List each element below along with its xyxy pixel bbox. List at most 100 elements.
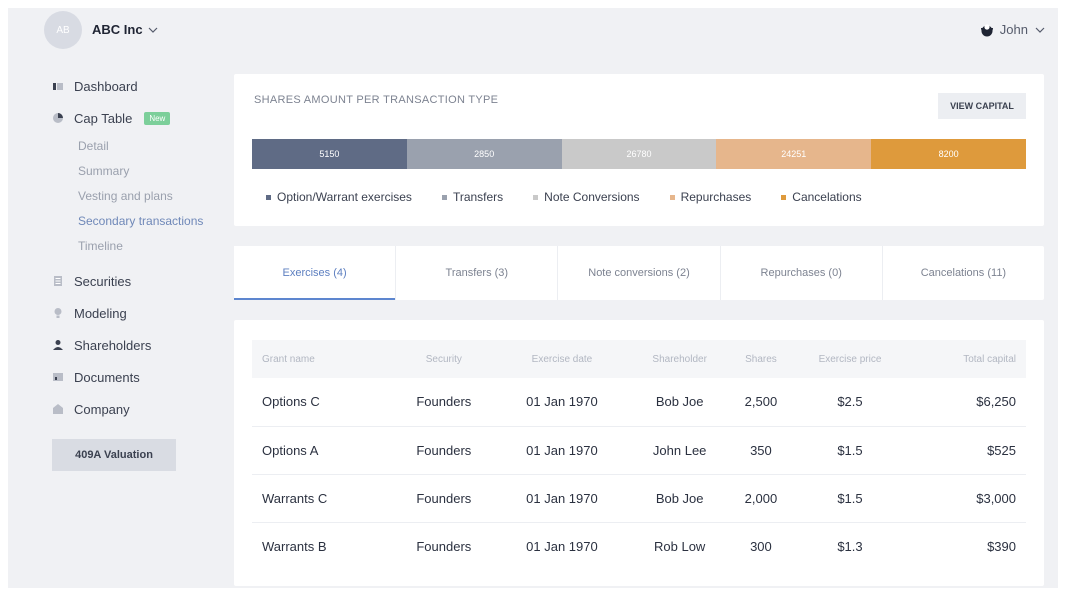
securities-icon xyxy=(54,276,62,286)
shares-segment[interactable]: 8200 xyxy=(871,139,1026,169)
sidebar-item-company[interactable]: Company xyxy=(52,393,232,425)
table-cell: Bob Joe xyxy=(655,490,704,506)
shares-card: SHARES AMOUNT PER TRANSACTION TYPE VIEW … xyxy=(234,74,1044,226)
table-row[interactable]: Options A Founders 01 Jan 1970 John Lee … xyxy=(252,426,1026,474)
legend-label: Repurchases xyxy=(680,190,752,204)
legend-label: Note Conversions xyxy=(544,190,640,204)
subitem-vesting-and-plans[interactable]: Vesting and plans xyxy=(52,184,232,209)
dashboard-icon xyxy=(53,83,63,90)
subitem-secondary-transactions[interactable]: Secondary transactions xyxy=(52,209,232,234)
sidebar-item-shareholders[interactable]: Shareholders xyxy=(52,329,232,361)
sidebar: Dashboard Cap Table New Detail Summary V… xyxy=(52,70,232,471)
sidebar-item-label: Shareholders xyxy=(74,337,152,353)
table-cell: 01 Jan 1970 xyxy=(526,538,598,554)
table-cell: Rob Low xyxy=(654,538,706,554)
column-header[interactable]: Shares xyxy=(731,340,792,378)
sidebar-item-label: Company xyxy=(74,401,130,417)
shares-segment[interactable]: 2850 xyxy=(406,139,562,169)
valuation-button[interactable]: 409A Valuation xyxy=(52,439,176,471)
legend-item: Option/Warrant exercises xyxy=(266,190,412,204)
app-frame: AB ABC Inc John Dashboard Cap Table New … xyxy=(8,8,1058,588)
company-avatar[interactable]: AB xyxy=(44,11,82,49)
shareholders-icon xyxy=(53,340,63,350)
sidebar-item-label: Documents xyxy=(74,369,140,385)
sidebar-item-cap-table[interactable]: Cap Table New xyxy=(52,102,232,134)
sidebar-item-dashboard[interactable]: Dashboard xyxy=(52,70,232,102)
subitem-timeline[interactable]: Timeline xyxy=(52,234,232,259)
table-cell: 300 xyxy=(750,538,772,554)
table-cell: $1.3 xyxy=(837,538,863,554)
exercises-table-card: Grant name Security Exercise date Shareh… xyxy=(234,320,1044,586)
exercises-table: Grant name Security Exercise date Shareh… xyxy=(252,340,1026,570)
table-cell: Founders xyxy=(416,442,472,458)
column-header[interactable]: Exercise date xyxy=(495,340,629,378)
shares-legend: Option/Warrant exercises Transfers Note … xyxy=(266,190,862,204)
company-name: ABC Inc xyxy=(92,22,143,37)
table-cell: Warrants C xyxy=(262,490,328,506)
sidebar-item-securities[interactable]: Securities xyxy=(52,265,232,297)
user-menu[interactable]: John xyxy=(980,22,1046,37)
legend-swatch xyxy=(781,194,787,200)
sidebar-item-modeling[interactable]: Modeling xyxy=(52,297,232,329)
subitem-detail[interactable]: Detail xyxy=(52,134,232,159)
column-header[interactable]: Total capital xyxy=(909,340,1026,378)
shares-segment[interactable]: 5150 xyxy=(252,139,407,169)
table-row[interactable]: Warrants C Founders 01 Jan 1970 Bob Joe … xyxy=(252,474,1026,522)
company-switcher[interactable]: ABC Inc xyxy=(92,22,159,37)
user-icon xyxy=(980,23,993,36)
chevron-down-icon xyxy=(1035,27,1045,33)
table-row[interactable]: Warrants B Founders 01 Jan 1970 Rob Low … xyxy=(252,522,1026,570)
table-cell: Bob Joe xyxy=(655,394,704,410)
tab-repurchases[interactable]: Repurchases (0) xyxy=(721,246,883,300)
table-cell: Options A xyxy=(262,442,319,458)
sidebar-item-label: Dashboard xyxy=(74,78,138,94)
shares-segment[interactable]: 26780 xyxy=(561,139,717,169)
shares-segment[interactable]: 24251 xyxy=(716,139,872,169)
tab-cancelations[interactable]: Cancelations (11) xyxy=(883,246,1044,300)
table-cell: $6,250 xyxy=(976,394,1016,410)
legend-swatch xyxy=(533,194,539,200)
sidebar-item-label: Modeling xyxy=(74,305,127,321)
table-cell: 01 Jan 1970 xyxy=(526,490,598,506)
table-cell: $525 xyxy=(987,442,1016,458)
subitem-summary[interactable]: Summary xyxy=(52,159,232,184)
table-cell: Founders xyxy=(416,394,472,410)
tab-note-conversions[interactable]: Note conversions (2) xyxy=(558,246,721,300)
table-cell: $3,000 xyxy=(976,490,1016,506)
legend-swatch xyxy=(266,194,271,200)
table-cell: 350 xyxy=(750,442,772,458)
sidebar-item-documents[interactable]: Documents xyxy=(52,361,232,393)
tab-exercises[interactable]: Exercises (4) xyxy=(234,246,397,300)
legend-item: Repurchases xyxy=(669,190,752,204)
transaction-tabs: Exercises (4) Transfers (3) Note convers… xyxy=(234,246,1044,300)
view-capital-button[interactable]: VIEW CAPITAL xyxy=(938,93,1026,119)
table-cell: Options C xyxy=(262,394,320,410)
legend-swatch xyxy=(669,194,675,200)
column-header[interactable]: Shareholder xyxy=(629,340,731,378)
column-header[interactable]: Security xyxy=(393,340,496,378)
sidebar-item-label: Cap Table xyxy=(74,110,133,126)
table-cell: $2.5 xyxy=(837,394,863,410)
table-row[interactable]: Options C Founders 01 Jan 1970 Bob Joe 2… xyxy=(252,378,1026,426)
table-cell: $1.5 xyxy=(837,490,863,506)
pie-chart-icon xyxy=(53,113,63,123)
new-badge: New xyxy=(144,111,171,125)
table-cell: John Lee xyxy=(652,442,707,458)
legend-label: Option/Warrant exercises xyxy=(277,190,412,204)
legend-item: Transfers xyxy=(441,190,504,204)
table-cell: $390 xyxy=(987,538,1016,554)
legend-item: Note Conversions xyxy=(533,190,640,204)
table-cell: 01 Jan 1970 xyxy=(526,442,598,458)
table-cell: Founders xyxy=(416,538,472,554)
column-header[interactable]: Exercise price xyxy=(791,340,908,378)
table-cell: $1.5 xyxy=(837,442,863,458)
user-name: John xyxy=(999,22,1028,37)
legend-label: Transfers xyxy=(452,190,504,204)
tab-transfers[interactable]: Transfers (3) xyxy=(396,246,559,300)
column-header[interactable]: Grant name xyxy=(252,340,393,378)
table-cell: Founders xyxy=(416,490,472,506)
table-cell: 2,000 xyxy=(744,490,778,506)
table-cell: Warrants B xyxy=(262,538,327,554)
top-bar: AB ABC Inc John xyxy=(8,8,1058,56)
legend-label: Cancelations xyxy=(792,190,862,204)
